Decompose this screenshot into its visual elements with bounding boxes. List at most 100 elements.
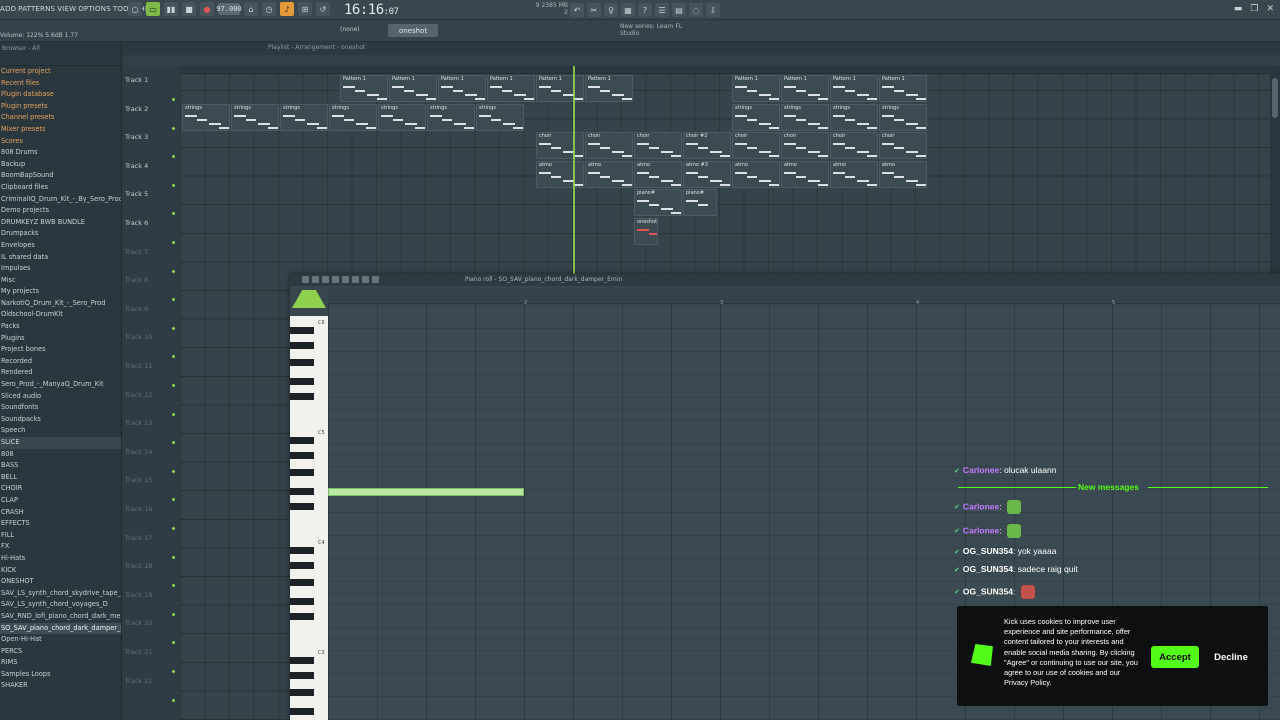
- track-label[interactable]: Track 19: [125, 591, 152, 599]
- record-button[interactable]: ●: [200, 2, 214, 16]
- track-mute-led[interactable]: [172, 155, 175, 159]
- track-label[interactable]: Track 12: [125, 391, 152, 399]
- playlist-clip[interactable]: atmo: [879, 160, 927, 188]
- piano-black-key[interactable]: [290, 359, 314, 367]
- track-label[interactable]: Track 1: [125, 76, 148, 84]
- pattern-selector[interactable]: oneshot: [388, 24, 438, 37]
- piano-black-key[interactable]: [290, 378, 314, 386]
- browser-item[interactable]: Oldschool-DrumKit: [0, 309, 121, 321]
- playlist-clip[interactable]: Pattern 1: [340, 75, 388, 102]
- browser-item[interactable]: My projects: [0, 286, 121, 298]
- chat-username[interactable]: OG_SUN354: [963, 564, 1013, 574]
- browser-item[interactable]: Drumpacks: [0, 228, 121, 240]
- playlist-clip[interactable]: atmo: [634, 160, 682, 188]
- mixer-icon[interactable]: ☰: [655, 3, 669, 17]
- browser-item[interactable]: Impulses: [0, 263, 121, 275]
- track-mute-led[interactable]: [172, 126, 175, 130]
- browser-item[interactable]: Clipboard files: [0, 182, 121, 194]
- track-label[interactable]: Track 17: [125, 534, 152, 542]
- playlist-clip[interactable]: strings: [427, 103, 475, 131]
- cut-icon[interactable]: ✂: [587, 3, 601, 17]
- playlist-clip[interactable]: strings: [830, 103, 878, 131]
- zoom-tool-icon[interactable]: [362, 276, 369, 283]
- playback-tool-icon[interactable]: [372, 276, 379, 283]
- playlist-clip[interactable]: choir: [536, 132, 584, 160]
- browser-item[interactable]: 808 Drums: [0, 147, 121, 159]
- track-mute-led[interactable]: [172, 269, 175, 273]
- browser-item[interactable]: Project bones: [0, 344, 121, 356]
- track-label[interactable]: Track 13: [125, 419, 152, 427]
- browser-item[interactable]: Scores: [0, 136, 121, 148]
- browser-item[interactable]: Packs: [0, 321, 121, 333]
- playlist-clip[interactable]: strings: [231, 103, 279, 131]
- browser-item[interactable]: PERCS: [0, 646, 121, 658]
- play-button[interactable]: ▮▮: [164, 2, 178, 16]
- track-mute-led[interactable]: [172, 527, 175, 530]
- playlist-clip[interactable]: Pattern 1: [585, 75, 633, 102]
- playlist-clip[interactable]: atmo #3: [683, 160, 731, 188]
- chat-username[interactable]: Carlonee: [963, 525, 999, 535]
- chat-icon[interactable]: ◌: [689, 3, 703, 17]
- decline-cookies-button[interactable]: Decline: [1207, 646, 1255, 668]
- new-messages-label[interactable]: New messages: [1078, 482, 1139, 492]
- track-label[interactable]: Track 14: [125, 448, 152, 456]
- chat-message[interactable]: ✔ Carlonee: olucak ulaann: [954, 465, 1056, 475]
- browser-item[interactable]: SO_SAV_piano_chord_dark_damper_Emin: [0, 622, 121, 635]
- metronome-icon[interactable]: ⌂: [244, 2, 258, 16]
- pattern-song-toggle[interactable]: ▭: [146, 2, 160, 16]
- new-messages-divider[interactable]: New messages: [954, 482, 1270, 494]
- select-tool-icon[interactable]: [352, 276, 359, 283]
- track-mute-led[interactable]: [172, 326, 175, 330]
- browser-item[interactable]: Recorded: [0, 356, 121, 368]
- track-mute-led[interactable]: [172, 212, 175, 216]
- scrollbar-thumb[interactable]: [1272, 78, 1278, 118]
- browser-item[interactable]: 808: [0, 449, 121, 461]
- piano-black-key[interactable]: [290, 469, 314, 477]
- playlist-clip[interactable]: strings: [732, 103, 780, 131]
- browser-item[interactable]: ONESHOT: [0, 576, 121, 588]
- chat-message[interactable]: ✔ OG_SUN354:: [954, 585, 1035, 599]
- playlist-clip[interactable]: Pattern 1: [389, 75, 437, 102]
- track-mute-led[interactable]: [172, 298, 175, 302]
- playlist-clip[interactable]: choir: [830, 132, 878, 160]
- piano-black-key[interactable]: [290, 579, 314, 587]
- piano-roll-ruler[interactable]: 2345: [328, 288, 1280, 306]
- track-mute-led[interactable]: [172, 670, 175, 673]
- track-label[interactable]: Track 2: [125, 105, 148, 113]
- mic-icon[interactable]: ♀: [604, 3, 618, 17]
- piano-black-key[interactable]: [290, 326, 314, 334]
- browser-item[interactable]: EFFECTS: [0, 518, 121, 530]
- undo-icon[interactable]: ↶: [570, 3, 584, 17]
- countdown-icon[interactable]: ♪: [280, 2, 294, 16]
- piano-black-key[interactable]: [290, 656, 314, 664]
- browser-item[interactable]: NarkotiQ_Drum_Kit_-_Sero_Prod: [0, 298, 121, 310]
- menu-view[interactable]: VIEW: [57, 5, 76, 13]
- playlist-clip[interactable]: strings: [476, 103, 524, 131]
- browser-item[interactable]: FILL: [0, 530, 121, 542]
- browser-item[interactable]: Plugins: [0, 333, 121, 345]
- piano-black-key[interactable]: [290, 546, 314, 554]
- playlist-clip[interactable]: atmo: [830, 160, 878, 188]
- track-label[interactable]: Track 18: [125, 562, 152, 570]
- browser-item[interactable]: IL shared data: [0, 252, 121, 264]
- piano-black-key[interactable]: [290, 612, 314, 620]
- download-icon[interactable]: ⇩: [706, 3, 720, 17]
- minimize-icon[interactable]: ▬: [1234, 4, 1243, 14]
- browser-item[interactable]: Current project: [0, 66, 121, 78]
- browser-item[interactable]: Soundfonts: [0, 402, 121, 414]
- playlist-clip[interactable]: choir: [879, 132, 927, 160]
- piano-black-key[interactable]: [290, 708, 314, 716]
- track-label[interactable]: Track 10: [125, 333, 152, 341]
- playlist-clip[interactable]: strings: [879, 103, 927, 131]
- piano-black-key[interactable]: [290, 671, 314, 679]
- browser-item[interactable]: CLAP: [0, 495, 121, 507]
- playlist-clip[interactable]: choir: [634, 132, 682, 160]
- browser-item[interactable]: Plugin presets: [0, 101, 121, 113]
- track-mute-led[interactable]: [172, 498, 175, 502]
- browser-item[interactable]: FX: [0, 541, 121, 553]
- hint-icon[interactable]: ○: [128, 2, 142, 16]
- playlist-clip[interactable]: choir: [732, 132, 780, 160]
- piano-black-key[interactable]: [290, 392, 314, 400]
- playlist-clip[interactable]: atmo: [732, 160, 780, 188]
- chat-username[interactable]: OG_SUN354: [963, 586, 1013, 596]
